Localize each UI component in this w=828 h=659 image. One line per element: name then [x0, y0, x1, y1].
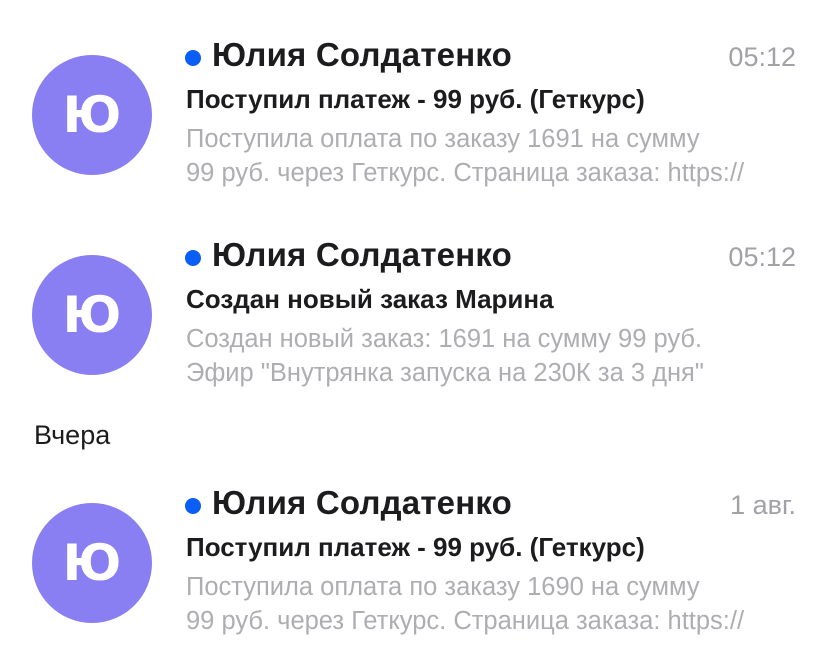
preview-line: Эфир "Внутрянка запуска на 230К за 3 дня…	[186, 359, 704, 387]
sender-name: Юлия Солдатенко	[212, 484, 512, 521]
unread-dot-icon	[185, 498, 201, 514]
sender-name: Юлия Солдатенко	[212, 236, 512, 273]
mail-item[interactable]: Ю Юлия Солдатенко 1 авг. Поступил платеж…	[0, 470, 828, 640]
avatar: Ю	[32, 55, 152, 175]
preview-line: Создан новый заказ: 1691 на сумму 99 руб…	[186, 325, 703, 353]
message-time: 05:12	[728, 42, 796, 72]
preview-line: 99 руб. через Геткурс. Страница заказа: …	[186, 159, 745, 187]
message-subject: Поступил платеж - 99 руб. (Геткурс)	[186, 532, 645, 562]
message-time: 05:12	[728, 242, 796, 272]
mail-list: Ю Юлия Солдатенко 05:12 Поступил платеж …	[0, 0, 828, 659]
message-subject: Поступил платеж - 99 руб. (Геткурс)	[186, 84, 645, 114]
unread-dot-icon	[185, 50, 201, 66]
message-preview: Поступила оплата по заказу 1691 на сумму…	[186, 122, 798, 190]
unread-dot-icon	[185, 250, 201, 266]
message-preview: Создан новый заказ: 1691 на сумму 99 руб…	[186, 322, 798, 390]
preview-line: Поступила оплата по заказу 1691 на сумму	[186, 125, 700, 153]
mail-item[interactable]: Ю Юлия Солдатенко 05:12 Создан новый зак…	[0, 222, 828, 392]
message-preview: Поступила оплата по заказу 1690 на сумму…	[186, 570, 798, 638]
message-subject: Создан новый заказ Марина	[186, 284, 554, 314]
mail-item[interactable]: Ю Юлия Солдатенко 05:12 Поступил платеж …	[0, 22, 828, 192]
message-time: 1 авг.	[730, 490, 796, 520]
avatar: Ю	[32, 255, 152, 375]
sender-name: Юлия Солдатенко	[212, 36, 512, 73]
preview-line: Поступила оплата по заказу 1690 на сумму	[186, 573, 700, 601]
avatar: Ю	[32, 503, 152, 623]
section-header-yesterday: Вчера	[34, 420, 111, 450]
preview-line: 99 руб. через Геткурс. Страница заказа: …	[186, 607, 745, 635]
